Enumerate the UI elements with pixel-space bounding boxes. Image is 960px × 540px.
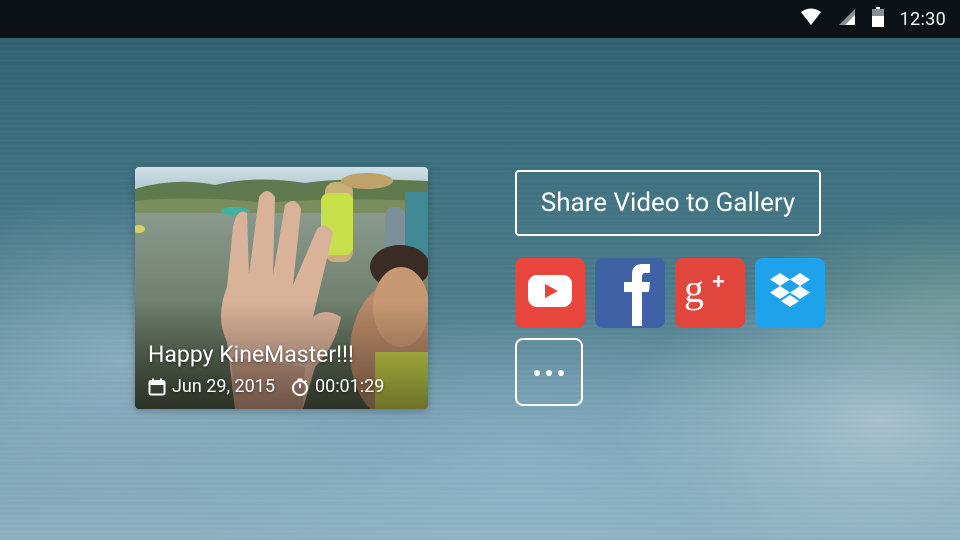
video-title: Happy KineMaster!!! <box>148 341 354 368</box>
video-date: Jun 29, 2015 <box>172 376 275 397</box>
status-bar: 12:30 <box>0 0 960 38</box>
status-time: 12:30 <box>899 8 946 30</box>
more-horizontal-icon <box>532 363 566 382</box>
dropbox-icon <box>768 271 812 315</box>
calendar-icon <box>148 378 166 396</box>
share-to-gallery-button[interactable]: Share Video to Gallery <box>515 170 821 236</box>
battery-icon <box>871 7 884 31</box>
wifi-icon <box>800 8 822 30</box>
share-youtube-button[interactable] <box>515 258 585 328</box>
share-facebook-button[interactable] <box>595 258 665 328</box>
svg-text:g: g <box>684 267 704 311</box>
facebook-icon <box>595 258 665 328</box>
video-thumbnail-image <box>135 167 428 409</box>
share-google-plus-button[interactable]: g + <box>675 258 745 328</box>
video-duration: 00:01:29 <box>314 376 385 397</box>
cellular-signal-icon <box>838 8 856 30</box>
stopwatch-icon <box>291 378 309 396</box>
svg-text:+: + <box>712 269 725 294</box>
more-share-options-button[interactable] <box>515 338 583 406</box>
youtube-icon <box>528 275 572 311</box>
video-thumbnail-card[interactable]: Happy KineMaster!!! Jun 29, 2015 00:01:2… <box>135 167 428 409</box>
video-meta: Jun 29, 2015 00:01:29 <box>148 376 384 397</box>
share-dropbox-button[interactable] <box>755 258 825 328</box>
status-icons: 12:30 <box>800 0 946 38</box>
google-plus-icon: g + <box>682 266 738 319</box>
